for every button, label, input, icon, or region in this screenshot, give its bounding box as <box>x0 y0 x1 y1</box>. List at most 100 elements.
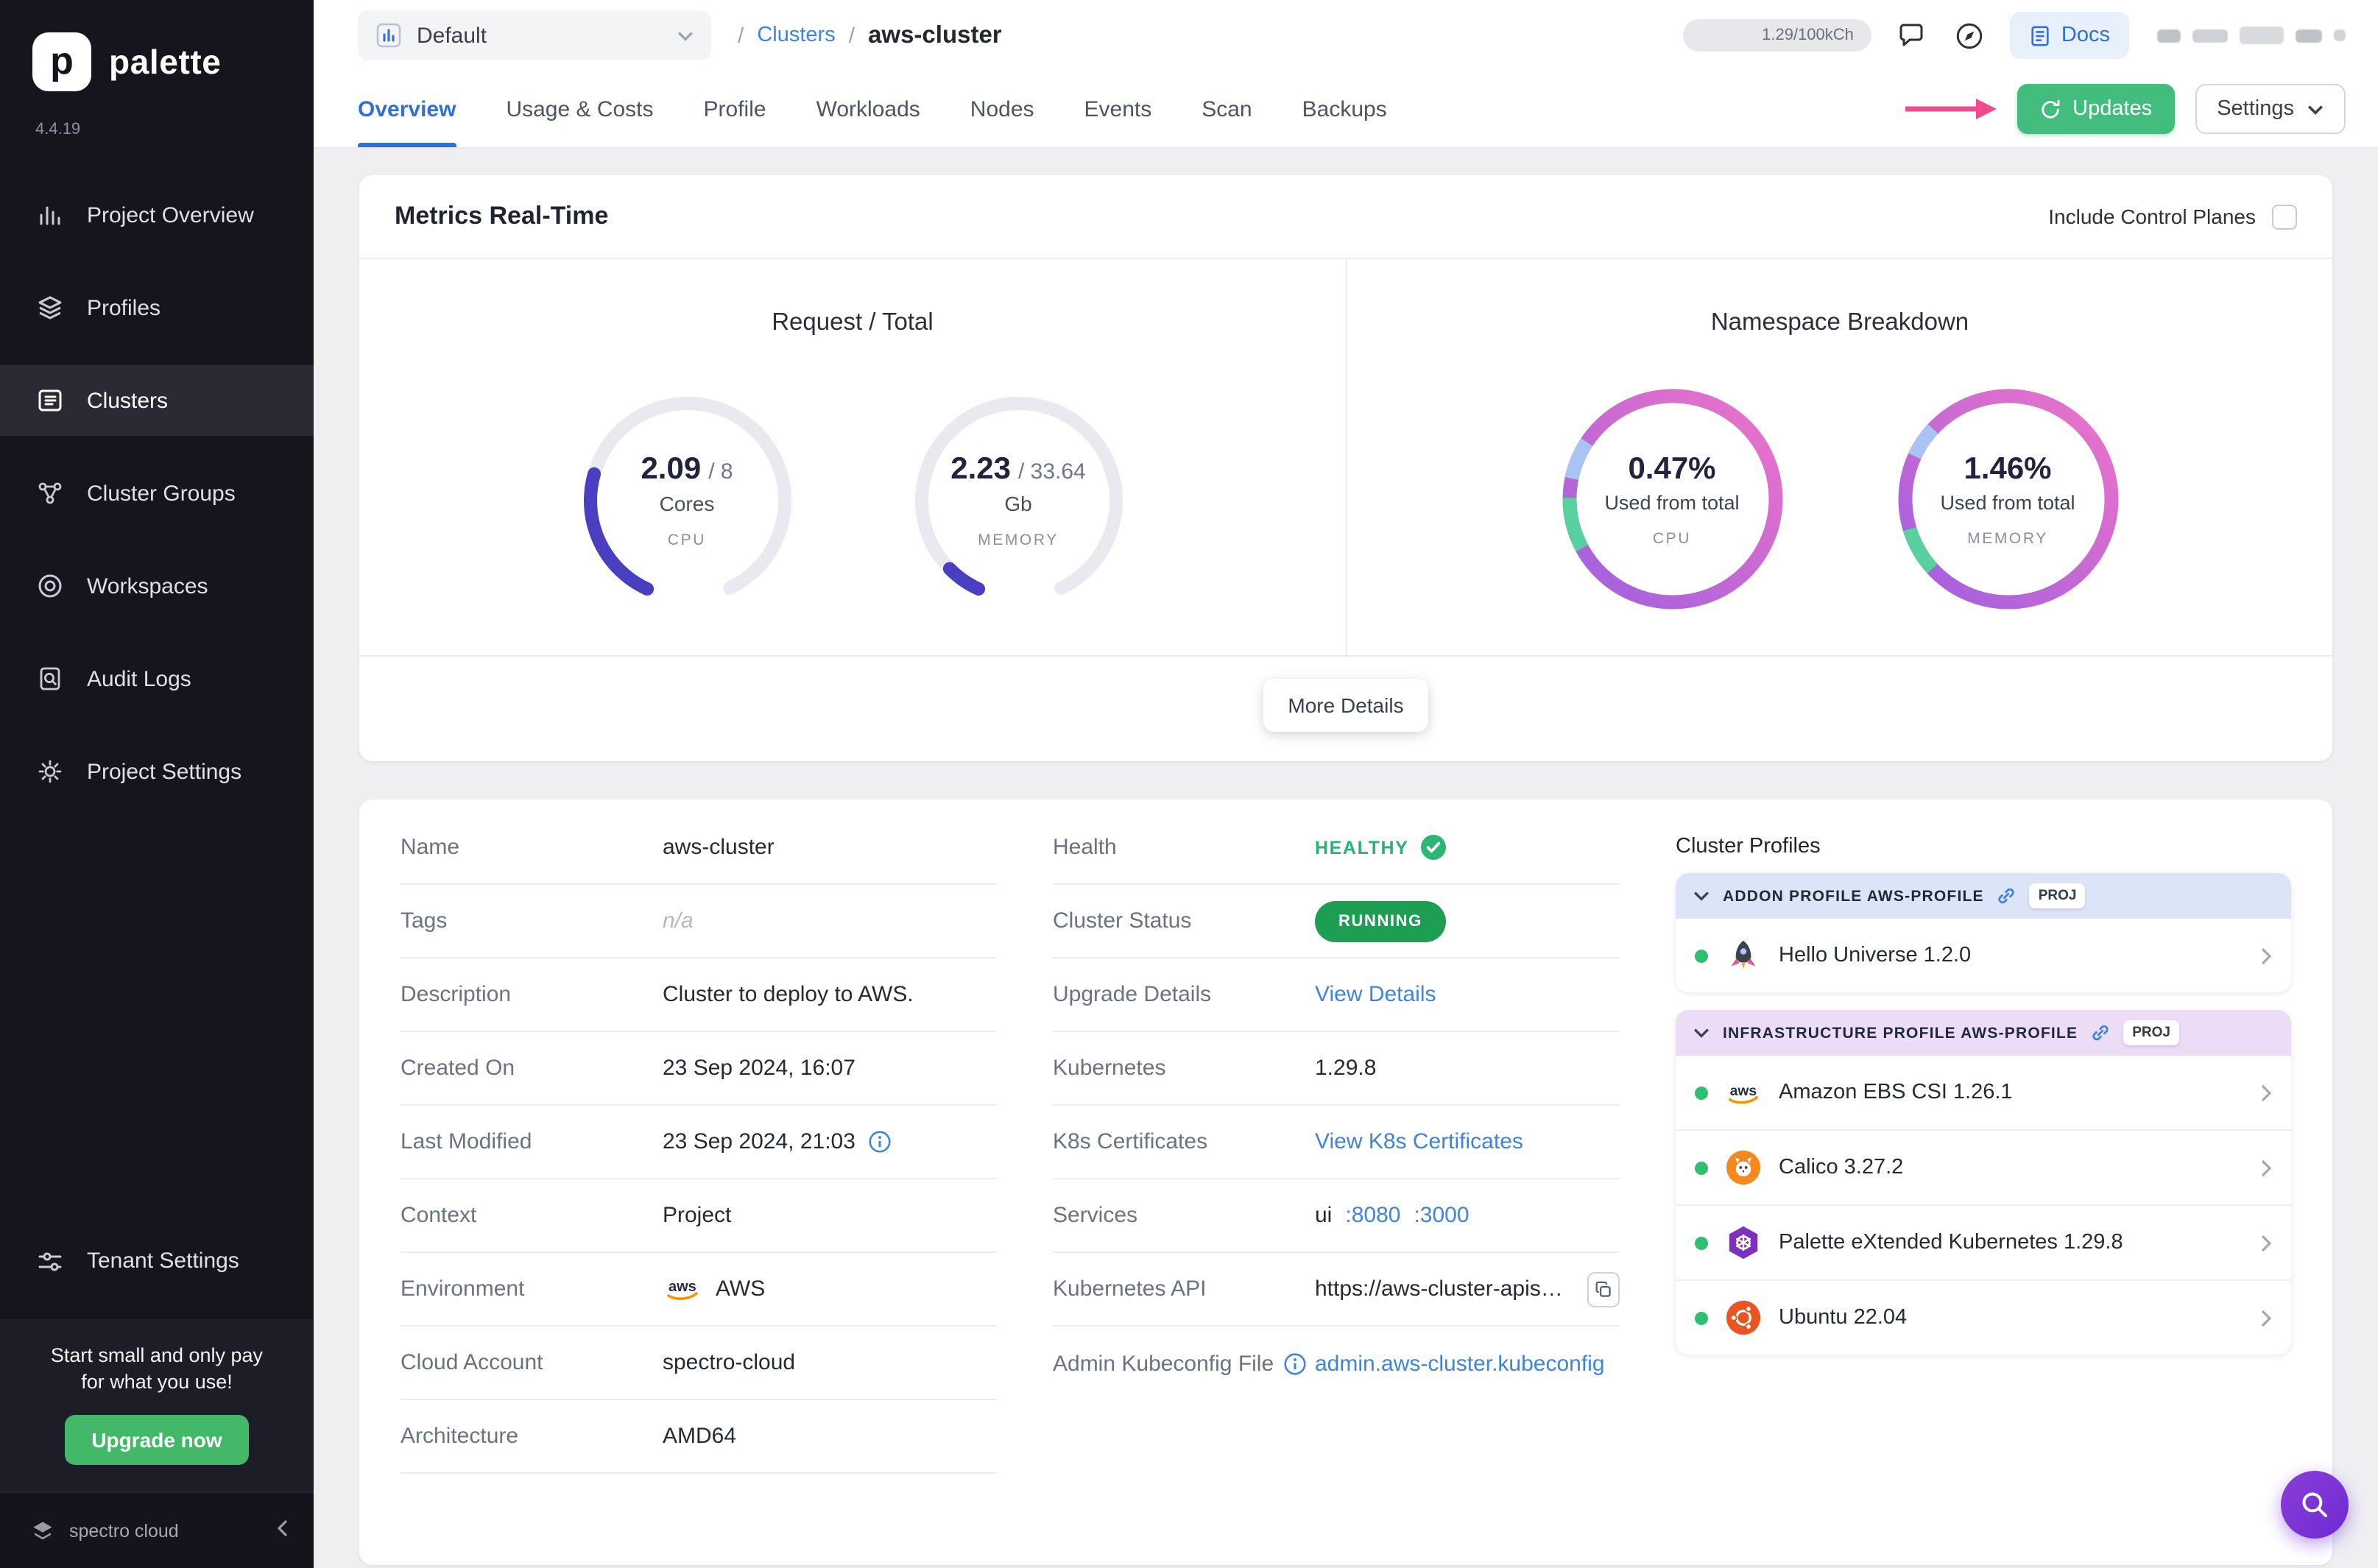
breadcrumb: / Clusters / aws-cluster <box>738 21 1002 49</box>
settings-button[interactable]: Settings <box>2195 84 2346 134</box>
view-details-link[interactable]: View Details <box>1315 982 1436 1007</box>
top-header: Default / Clusters / aws-cluster 1.29/10… <box>314 0 2378 149</box>
aws-icon: aws <box>1724 1073 1763 1112</box>
updates-button-label: Updates <box>2072 97 2153 121</box>
tab-overview[interactable]: Overview <box>358 71 456 147</box>
sidebar-item-label: Tenant Settings <box>87 1249 239 1274</box>
include-control-planes-label: Include Control Planes <box>2048 205 2256 228</box>
sidebar-item-label: Profiles <box>87 295 161 320</box>
tab-profile[interactable]: Profile <box>704 71 766 147</box>
tab-nodes[interactable]: Nodes <box>970 71 1034 147</box>
cpu-gauge: 2.09 / 8 Cores CPU <box>576 390 797 611</box>
health-status-text: HEALTHY <box>1315 837 1409 858</box>
app-window: p palette 4.4.19 Project Overview Profil… <box>0 0 2378 1568</box>
sidebar-item-project-settings[interactable]: Project Settings <box>0 736 314 807</box>
tab-events[interactable]: Events <box>1084 71 1152 147</box>
profile-item-ebs-csi[interactable]: aws Amazon EBS CSI 1.26.1 <box>1676 1056 2291 1131</box>
chevron-down-icon <box>2307 105 2324 114</box>
docs-button[interactable]: Docs <box>2009 12 2129 59</box>
namespace-cpu-percent: 0.47% <box>1628 451 1716 485</box>
sidebar-item-project-overview[interactable]: Project Overview <box>0 180 314 250</box>
service-port-3000-link[interactable]: :3000 <box>1414 1203 1469 1228</box>
sidebar-item-workspaces[interactable]: Workspaces <box>0 551 314 621</box>
infrastructure-profile-header[interactable]: INFRASTRUCTURE PROFILE AWS-PROFILE PROJ <box>1676 1010 2291 1056</box>
namespace-breakdown-panel: Namespace Breakdown 0.47% Used from tota… <box>1346 259 2332 655</box>
info-icon[interactable] <box>1284 1352 1306 1374</box>
gear-icon <box>38 760 62 783</box>
status-row-upgrade-details: Upgrade Details View Details <box>1053 958 1620 1032</box>
profile-item-pxk[interactable]: Palette eXtended Kubernetes 1.29.8 <box>1676 1206 2291 1281</box>
field-row-architecture: Architecture AMD64 <box>401 1400 997 1474</box>
info-icon[interactable] <box>869 1131 891 1153</box>
tab-scan[interactable]: Scan <box>1202 71 1252 147</box>
sidebar-item-profiles[interactable]: Profiles <box>0 272 314 343</box>
redacted-block <box>2296 29 2322 42</box>
status-row-health: Health HEALTHY <box>1053 811 1620 885</box>
breadcrumb-separator: / <box>848 23 855 48</box>
cluster-fields-column: Name aws-cluster Tags n/a Description Cl… <box>401 811 997 1521</box>
target-icon <box>38 574 62 598</box>
bar-chart-icon <box>40 206 60 225</box>
memory-gauge-label: MEMORY <box>978 532 1059 549</box>
status-row-kubernetes-api: Kubernetes API https://aws-cluster-apise… <box>1053 1253 1620 1327</box>
chevron-left-icon <box>277 1519 288 1536</box>
calico-icon <box>1724 1148 1763 1187</box>
usage-meter-pill: 1.29/100kCh <box>1682 19 1871 52</box>
tab-backups[interactable]: Backups <box>1302 71 1387 147</box>
field-row-context: Context Project <box>401 1179 997 1253</box>
docs-button-label: Docs <box>2061 24 2110 47</box>
copy-api-url-button[interactable] <box>1587 1271 1620 1307</box>
tab-workloads[interactable]: Workloads <box>816 71 920 147</box>
cpu-total-value: / 8 <box>708 459 733 484</box>
status-row-kubernetes: Kubernetes 1.29.8 <box>1053 1032 1620 1106</box>
profile-item-calico[interactable]: Calico 3.27.2 <box>1676 1131 2291 1206</box>
settings-button-label: Settings <box>2217 97 2294 121</box>
include-control-planes-checkbox[interactable] <box>2272 204 2297 229</box>
sidebar-item-label: Audit Logs <box>87 666 191 691</box>
sidebar-item-clusters[interactable]: Clusters <box>0 365 314 436</box>
assistant-button[interactable] <box>1951 17 1988 54</box>
check-circle-icon <box>1420 835 1446 860</box>
running-status-badge: RUNNING <box>1315 900 1446 942</box>
ubuntu-icon <box>1724 1299 1763 1337</box>
redacted-user-area <box>2157 27 2346 44</box>
profile-item-hello-universe[interactable]: Hello Universe 1.2.0 <box>1676 919 2291 992</box>
metrics-card: Metrics Real-Time Include Control Planes… <box>359 175 2332 761</box>
updates-button[interactable]: Updates <box>2017 84 2175 134</box>
profile-item-ubuntu[interactable]: Ubuntu 22.04 <box>1676 1281 2291 1355</box>
field-row-environment: Environment aws AWS <box>401 1253 997 1327</box>
addon-profile-section: ADDON PROFILE AWS-PROFILE PROJ Hello Uni… <box>1676 873 2291 992</box>
sidebar-item-label: Project Settings <box>87 759 242 784</box>
link-icon[interactable] <box>1997 886 2017 905</box>
chevron-right-icon <box>2260 1083 2272 1102</box>
kubernetes-api-url: https://aws-cluster-apiserve... <box>1315 1276 1575 1302</box>
upgrade-now-button[interactable]: Upgrade now <box>65 1415 249 1465</box>
breadcrumb-separator: / <box>738 23 744 48</box>
breadcrumb-clusters-link[interactable]: Clusters <box>757 24 835 47</box>
sidebar-item-cluster-groups[interactable]: Cluster Groups <box>0 458 314 529</box>
collapse-sidebar-button[interactable] <box>275 1517 290 1544</box>
support-search-fab[interactable] <box>2281 1471 2349 1539</box>
field-row-tags: Tags n/a <box>401 885 997 958</box>
view-k8s-certificates-link[interactable]: View K8s Certificates <box>1315 1129 1523 1154</box>
service-port-8080-link[interactable]: :8080 <box>1345 1203 1400 1228</box>
status-dot <box>1695 949 1708 962</box>
field-row-name: Name aws-cluster <box>401 811 997 885</box>
chat-button[interactable] <box>1894 18 1929 53</box>
memory-gauge: 2.23 / 33.64 Gb MEMORY <box>908 390 1129 611</box>
link-icon[interactable] <box>2091 1023 2110 1042</box>
project-selector[interactable]: Default <box>358 10 711 60</box>
promo-text: Start small and only pay for what you us… <box>50 1343 264 1393</box>
field-row-cloud-account: Cloud Account spectro-cloud <box>401 1327 997 1400</box>
status-dot <box>1695 1311 1708 1324</box>
sidebar-item-tenant-settings[interactable]: Tenant Settings <box>0 1226 314 1296</box>
sidebar-item-audit-logs[interactable]: Audit Logs <box>0 643 314 714</box>
more-details-button[interactable]: More Details <box>1263 679 1429 732</box>
sidebar-nav: Project Overview Profiles Clusters Clust… <box>0 180 314 829</box>
kubeconfig-download-link[interactable]: admin.aws-cluster.kubeconfig <box>1315 1351 1605 1376</box>
spectro-cloud-logo-icon <box>33 1521 52 1539</box>
addon-profile-header[interactable]: ADDON PROFILE AWS-PROFILE PROJ <box>1676 873 2291 919</box>
tab-usage-costs[interactable]: Usage & Costs <box>506 71 653 147</box>
namespace-breakdown-title: Namespace Breakdown <box>1710 309 1969 336</box>
namespace-memory-percent: 1.46% <box>1964 451 2052 485</box>
